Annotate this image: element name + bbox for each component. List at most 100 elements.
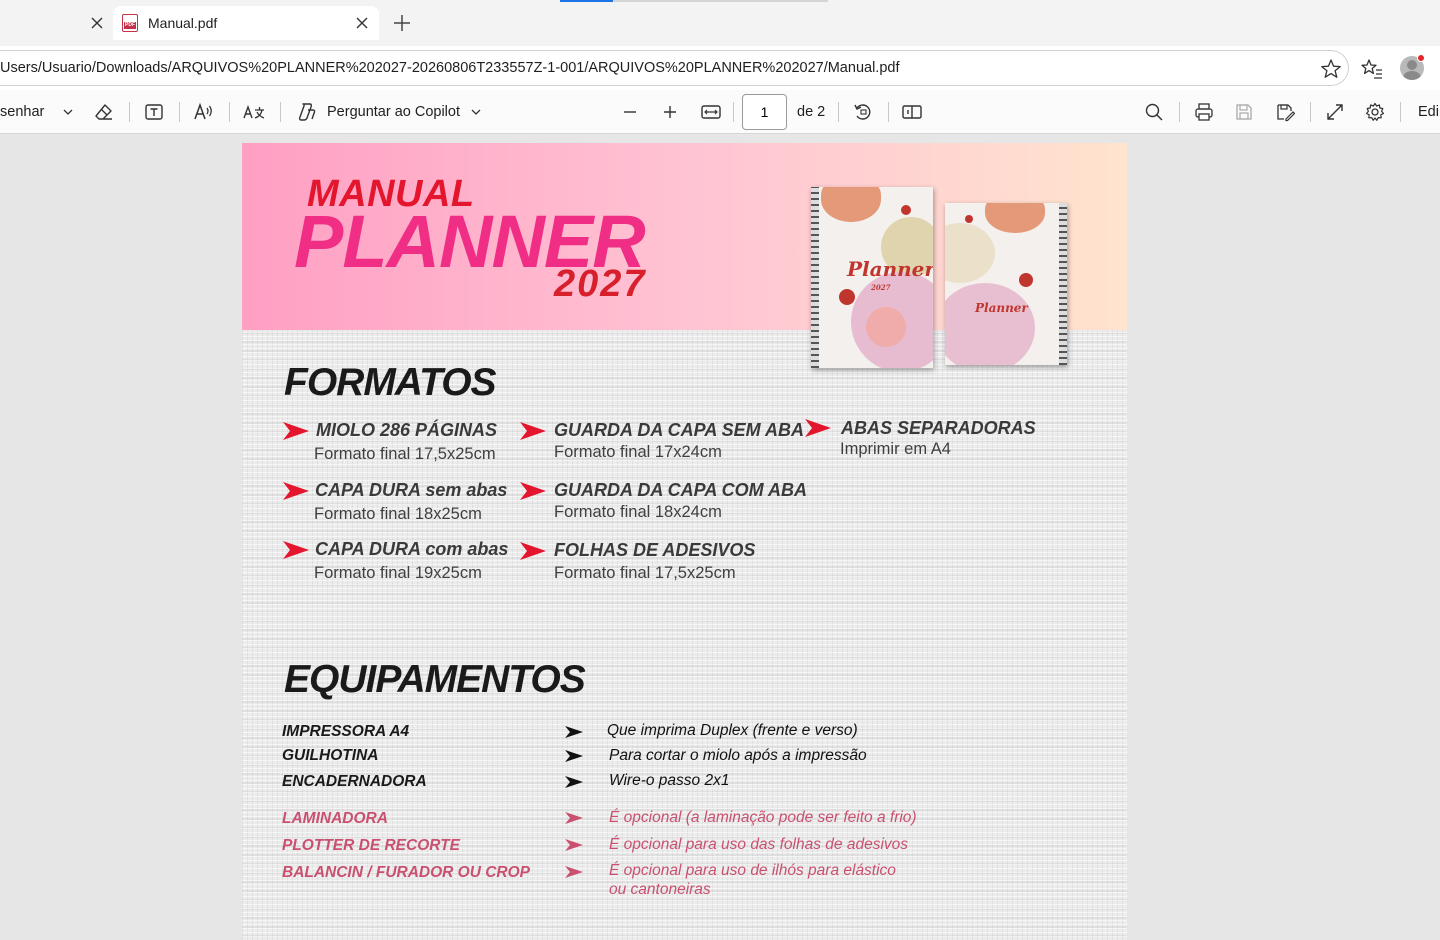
format-size: Formato final 17,5x25cm [314, 445, 496, 463]
zoom-in-button[interactable] [658, 90, 682, 134]
plus-icon [658, 100, 682, 124]
two-page-view-icon [900, 100, 924, 124]
separator [888, 102, 889, 122]
pdf-toolbar: senhar Perguntar ao Copilot 1 de 2 Edi [0, 90, 1440, 134]
red-arrow-icon [805, 419, 831, 437]
eraser-icon [92, 100, 116, 124]
red-arrow-icon [283, 482, 309, 500]
add-favorite-star-icon[interactable] [1320, 58, 1342, 80]
spiral-binding [811, 187, 819, 368]
zoom-out-button[interactable] [618, 90, 642, 134]
separator [838, 102, 839, 122]
expand-icon [1323, 100, 1347, 124]
red-arrow-icon [520, 482, 546, 500]
format-title: CAPA DURA com abas [315, 539, 509, 559]
format-size: Formato final 17x24cm [554, 443, 722, 461]
equipment-label: ENCADERNADORA [282, 773, 427, 790]
format-size: Formato final 19x25cm [314, 564, 482, 582]
copilot-button[interactable]: Perguntar ao Copilot [295, 90, 488, 134]
edit-label: Edi [1418, 104, 1439, 120]
equipment-desc-optional: É opcional para uso de ilhós para elásti… [609, 862, 896, 879]
equipment-label: GUILHOTINA [282, 747, 379, 764]
print-button[interactable] [1192, 90, 1216, 134]
draw-button[interactable]: senhar [0, 90, 44, 134]
format-size: Formato final 17,5x25cm [554, 564, 736, 582]
planner-back-cover: Planner [945, 203, 1067, 365]
pink-arrow-icon [565, 866, 583, 878]
equipment-desc-optional: É opcional para uso das folhas de adesiv… [609, 836, 909, 853]
cover-title: Planner [847, 257, 933, 281]
rotate-icon [851, 100, 875, 124]
separator [1400, 102, 1401, 122]
title-year: 2027 [554, 263, 647, 305]
erase-button[interactable] [92, 90, 116, 134]
copilot-icon [295, 100, 319, 124]
favorites-icon[interactable] [1360, 57, 1384, 81]
save-as-button[interactable] [1273, 90, 1297, 134]
format-title: MIOLO 286 PÁGINAS [316, 420, 498, 440]
planner-mockup-image: Planner Planner 2027 [791, 179, 1077, 371]
translate-icon [242, 100, 266, 124]
text-box-icon [142, 100, 166, 124]
separator [733, 102, 734, 122]
rotate-button[interactable] [851, 90, 875, 134]
black-arrow-icon [565, 776, 583, 788]
pink-arrow-icon [565, 839, 583, 851]
cover-title: Planner [975, 301, 1028, 315]
black-arrow-icon [565, 726, 583, 738]
page-view-button[interactable] [900, 90, 924, 134]
format-size: Formato final 18x25cm [314, 505, 482, 523]
address-bar: Users/Usuario/Downloads/ARQUIVOS%20PLANN… [0, 46, 1440, 90]
url-text: Users/Usuario/Downloads/ARQUIVOS%20PLANN… [0, 60, 900, 76]
page-number-input[interactable] [742, 94, 787, 130]
pink-arrow-icon [565, 812, 583, 824]
new-tab-button[interactable] [390, 11, 414, 35]
save-as-icon [1273, 100, 1297, 124]
format-title: CAPA DURA sem abas [315, 480, 508, 500]
equipment-label-optional: PLOTTER DE RECORTE [282, 837, 460, 854]
chevron-down-icon [464, 100, 488, 124]
black-arrow-icon [565, 750, 583, 762]
page-total-label: de 2 [797, 104, 826, 120]
pdf-page: MANUAL PLANNER 2027 Planner Planner 2027… [242, 143, 1127, 940]
format-title: FOLHAS DE ADESIVOS [554, 540, 756, 560]
close-icon[interactable] [352, 13, 372, 33]
pdf-viewer[interactable]: MANUAL PLANNER 2027 Planner Planner 2027… [0, 135, 1440, 940]
separator [229, 102, 230, 122]
draw-dropdown[interactable] [56, 90, 80, 134]
notification-badge [1417, 54, 1425, 62]
search-icon [1142, 100, 1166, 124]
equipment-desc: Que imprima Duplex (frente e verso) [607, 722, 858, 739]
gear-icon [1363, 100, 1387, 124]
spiral-binding [1059, 203, 1067, 365]
red-arrow-icon [520, 422, 546, 440]
equipment-label-optional: LAMINADORA [282, 810, 388, 827]
find-button[interactable] [1142, 90, 1166, 134]
tab-manual-pdf[interactable]: PDF Manual.pdf [113, 6, 379, 40]
red-arrow-icon [520, 542, 546, 560]
separator [280, 102, 281, 122]
separator [1310, 102, 1311, 122]
settings-button[interactable] [1363, 90, 1387, 134]
fullscreen-button[interactable] [1323, 90, 1347, 134]
separator [1179, 102, 1180, 122]
text-box-button[interactable] [142, 90, 166, 134]
format-title: GUARDA DA CAPA COM ABA [554, 480, 807, 500]
planner-front-cover: Planner 2027 [811, 187, 933, 368]
fit-width-icon [699, 100, 723, 124]
printer-icon [1192, 100, 1216, 124]
url-input[interactable]: Users/Usuario/Downloads/ARQUIVOS%20PLANN… [0, 50, 1349, 86]
edit-button[interactable]: Edi [1418, 90, 1439, 134]
fit-page-button[interactable] [699, 90, 723, 134]
tab-previous[interactable] [0, 6, 112, 40]
read-aloud-button[interactable] [192, 90, 216, 134]
close-icon[interactable] [87, 13, 107, 33]
save-button[interactable] [1232, 90, 1256, 134]
equipment-heading: EQUIPAMENTOS [284, 658, 586, 701]
translate-button[interactable] [242, 90, 266, 134]
red-arrow-icon [283, 422, 309, 440]
separator [129, 102, 130, 122]
format-size: Imprimir em A4 [840, 440, 951, 458]
copilot-label: Perguntar ao Copilot [327, 104, 460, 120]
loading-indicator [560, 0, 613, 2]
